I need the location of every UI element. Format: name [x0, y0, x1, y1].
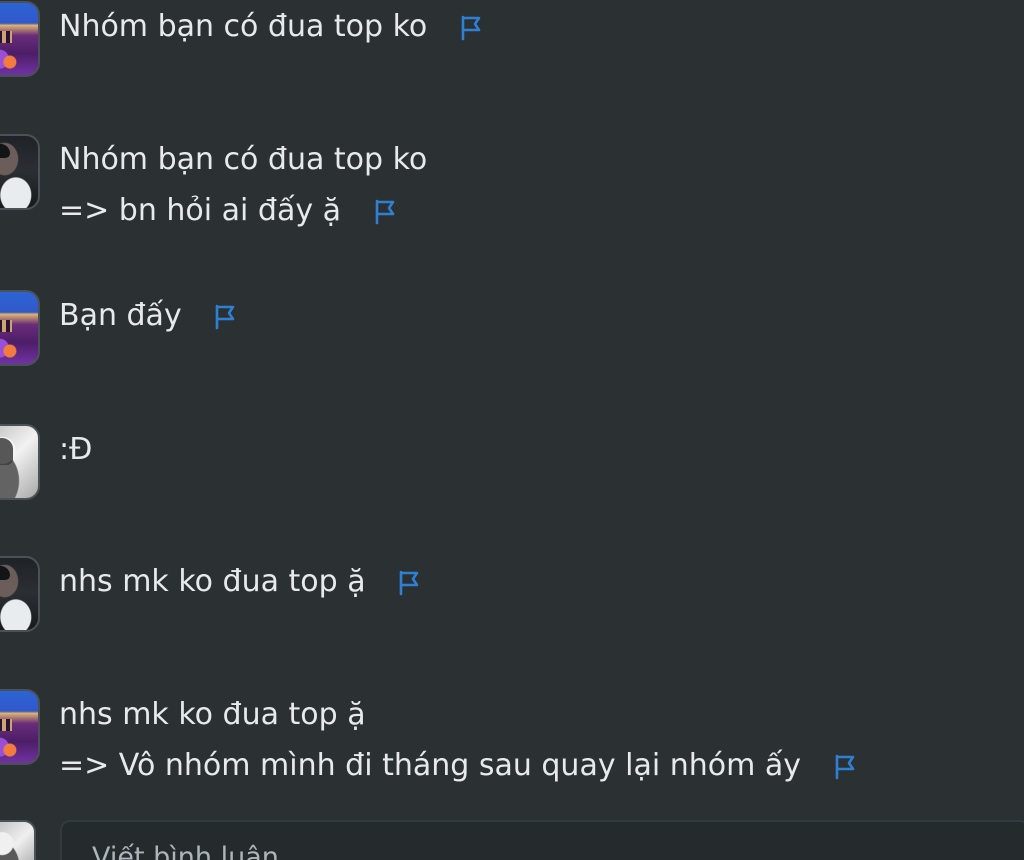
comment-line: Nhóm bạn có đua top ko: [59, 1, 485, 52]
comment-text: => Vô nhóm mình đi tháng sau quay lại nh…: [59, 748, 801, 783]
comment-content: Nhóm bạn có đua top ko: [59, 1, 485, 52]
flag-icon[interactable]: [211, 303, 239, 331]
comment-composer: [0, 820, 1024, 860]
comment-text: Bạn đấy: [59, 298, 182, 333]
flag-icon[interactable]: [457, 14, 485, 42]
composer-avatar: [0, 820, 36, 860]
comment-content: nhs mk ko đua top ặ => Vô nhóm mình đi t…: [59, 689, 859, 791]
comment-line: => bn hỏi ai đấy ặ: [59, 185, 427, 236]
comment-content: Nhóm bạn có đua top ko => bn hỏi ai đấy …: [59, 134, 427, 236]
comment-line: nhs mk ko đua top ặ: [59, 689, 859, 740]
comment-line: :Đ: [59, 424, 92, 475]
person-avatar[interactable]: [0, 134, 40, 210]
person-avatar[interactable]: [0, 556, 40, 632]
comment-line: Bạn đấy: [59, 290, 239, 341]
flag-icon[interactable]: [395, 569, 423, 597]
comment-text: Nhóm bạn có đua top ko: [59, 9, 428, 44]
flag-icon[interactable]: [371, 198, 399, 226]
comment-text: Nhóm bạn có đua top ko: [59, 142, 428, 177]
castle-avatar[interactable]: [0, 689, 40, 765]
castle-avatar[interactable]: [0, 1, 40, 77]
comment-content: nhs mk ko đua top ặ: [59, 556, 423, 607]
comment-text: nhs mk ko đua top ặ: [59, 564, 366, 599]
comment-line: nhs mk ko đua top ặ: [59, 556, 423, 607]
comment-text: => bn hỏi ai đấy ặ: [59, 193, 341, 228]
comment-content: :Đ: [59, 424, 92, 475]
comment-line: Nhóm bạn có đua top ko: [59, 134, 427, 185]
comment-content: Bạn đấy: [59, 290, 239, 341]
gray-avatar[interactable]: [0, 424, 40, 500]
comment-input[interactable]: [60, 820, 1024, 860]
flag-icon[interactable]: [831, 753, 859, 781]
castle-avatar[interactable]: [0, 290, 40, 366]
comment-text: nhs mk ko đua top ặ: [59, 697, 366, 732]
comment-line: => Vô nhóm mình đi tháng sau quay lại nh…: [59, 740, 859, 791]
comment-text: :Đ: [59, 432, 93, 467]
